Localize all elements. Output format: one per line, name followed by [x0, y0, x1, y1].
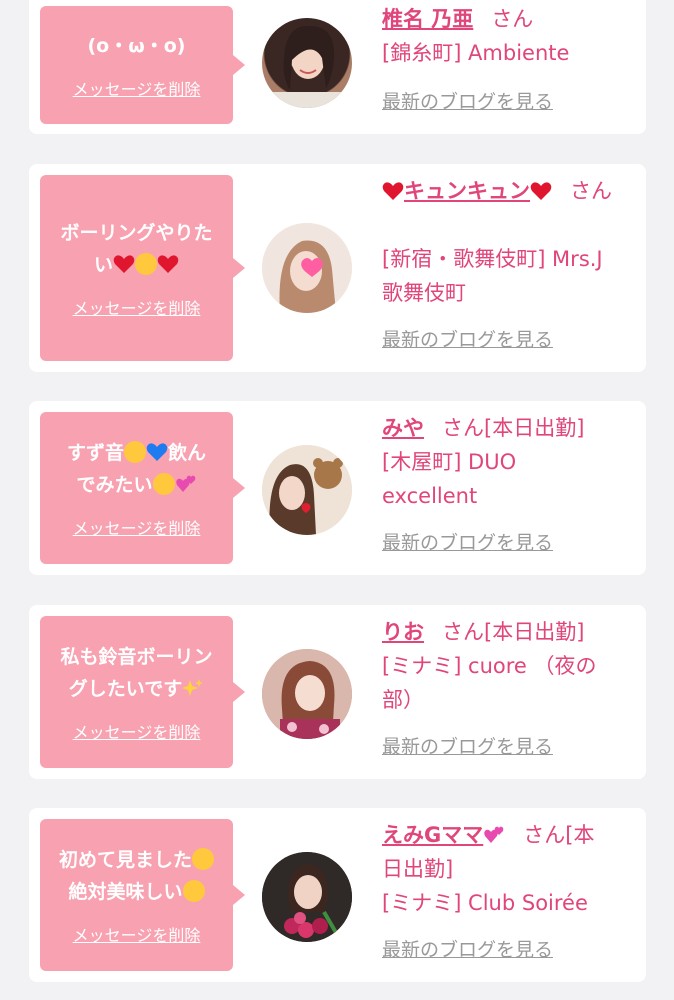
avatar[interactable]	[262, 852, 352, 942]
red-heart-icon	[157, 255, 179, 273]
message-text: すず音	[66, 442, 124, 464]
favorite-card: ボーリングやりた い メッセージを削除 キュンキュン さん [新宿・歌舞伎町] M…	[29, 164, 646, 372]
delete-message-link[interactable]: メッセージを削除	[73, 295, 201, 319]
honorific: さん	[523, 823, 566, 847]
message-text: 初めて見ました	[58, 849, 192, 871]
honorific: さん	[442, 416, 484, 440]
avatar-photo	[262, 852, 352, 942]
message-bubble: 私も鈴音ボーリン グしたいです メッセージを削除	[40, 616, 245, 768]
delete-message-link[interactable]: メッセージを削除	[73, 719, 201, 743]
red-heart-icon	[530, 182, 552, 200]
on-duty-status: [本日出勤]	[484, 416, 585, 440]
avatar[interactable]	[262, 223, 352, 313]
message-text: ボーリングやりた	[60, 222, 213, 244]
avatar-photo	[262, 223, 352, 313]
message-bubble: 初めて見ました 絶対美味しい メッセージを削除	[40, 819, 245, 971]
shop-label: [新宿・歌舞伎町] Mrs.J	[382, 247, 603, 271]
message-text: 私も鈴音ボーリン	[60, 646, 213, 668]
shop-label: [ミナミ] Club Soirée	[382, 891, 588, 915]
honorific: さん	[491, 7, 534, 31]
latest-blog-link[interactable]: 最新のブログを見る	[382, 532, 553, 554]
avatar[interactable]	[262, 649, 352, 739]
delete-message-link[interactable]: メッセージを削除	[73, 76, 201, 100]
message-bubble: ボーリングやりた い メッセージを削除	[40, 175, 245, 361]
cast-info: 椎名 乃亜 さん [錦糸町] Ambiente 最新のブログを見る	[382, 2, 638, 119]
shop-label: 部）	[382, 688, 424, 712]
pleading-face-icon	[152, 473, 175, 495]
cast-info: みや さん[本日出勤] [木屋町] DUO excellent 最新のブログを見る	[382, 411, 638, 560]
cast-info: えみGママ さん[本 日出勤] [ミナミ] Club Soirée 最新のブログを…	[382, 818, 638, 967]
latest-blog-link[interactable]: 最新のブログを見る	[382, 329, 553, 351]
latest-blog-link[interactable]: 最新のブログを見る	[382, 91, 553, 113]
message-text: でみたい	[76, 474, 153, 496]
message-text: 飲ん	[168, 442, 207, 464]
avatar-photo	[262, 649, 352, 739]
message-bubble: すず音 飲ん でみたい メッセージを削除	[40, 412, 245, 564]
message-text: 絶対美味しい	[68, 881, 183, 903]
cast-info: りお さん[本日出勤] [ミナミ] cuore （夜の 部） 最新のブログを見る	[382, 615, 638, 764]
message-bubble: (o・ω・o) メッセージを削除	[40, 6, 245, 124]
favorite-card: (o・ω・o) メッセージを削除 椎名 乃亜 さん [錦糸町] Ambiente …	[29, 0, 646, 134]
on-duty-status: [本日出勤]	[484, 620, 585, 644]
delete-message-link[interactable]: メッセージを削除	[73, 922, 201, 946]
avatar[interactable]	[262, 445, 352, 535]
honorific: さん	[442, 620, 484, 644]
favorite-card: 初めて見ました 絶対美味しい メッセージを削除 えみGママ さん[本 日出勤] […	[29, 808, 646, 982]
honorific: さん	[570, 179, 612, 203]
smiling-face-icon	[135, 253, 157, 275]
cast-info: キュンキュン さん [新宿・歌舞伎町] Mrs.J 歌舞伎町 最新のブログを見る	[382, 174, 638, 357]
red-heart-icon	[113, 255, 135, 273]
favorite-card: すず音 飲ん でみたい メッセージを削除 みや さん[本日出勤] [木屋町] DUO…	[29, 401, 646, 575]
avatar[interactable]	[262, 18, 352, 108]
shop-label: [ミナミ] cuore （夜の	[382, 654, 597, 678]
avatar-photo	[262, 445, 352, 535]
delete-message-link[interactable]: メッセージを削除	[73, 515, 201, 539]
shop-label: [木屋町] DUO	[382, 450, 517, 474]
pleading-face-icon	[192, 848, 214, 870]
two-hearts-icon	[484, 826, 504, 843]
two-hearts-icon	[175, 475, 195, 492]
shop-label: 歌舞伎町	[382, 281, 466, 305]
on-duty-status: [本	[565, 823, 595, 847]
cast-name-link[interactable]: みや	[382, 416, 424, 440]
latest-blog-link[interactable]: 最新のブログを見る	[382, 736, 553, 758]
message-text: い	[93, 254, 113, 276]
red-heart-icon	[382, 182, 404, 200]
favorite-card: 私も鈴音ボーリン グしたいです メッセージを削除 りお さん[本日出勤] [ミナミ…	[29, 605, 646, 779]
shop-label: excellent	[382, 484, 478, 508]
message-text: グしたいです	[68, 678, 183, 700]
latest-blog-link[interactable]: 最新のブログを見る	[382, 939, 553, 961]
cast-name-link[interactable]: りお	[382, 620, 424, 644]
shop-label: [錦糸町] Ambiente	[382, 41, 570, 65]
heart-eyes-face-icon	[182, 880, 205, 902]
message-text: (o・ω・o)	[87, 35, 186, 57]
cast-name-link[interactable]: えみGママ	[382, 823, 483, 847]
on-duty-status: 日出勤]	[382, 857, 454, 881]
cast-name-link[interactable]: 椎名 乃亜	[382, 7, 473, 31]
pleading-face-icon	[124, 441, 146, 463]
cast-name-link[interactable]: キュンキュン	[404, 179, 530, 203]
sparkles-icon	[182, 679, 204, 696]
blue-heart-icon	[146, 443, 168, 461]
avatar-photo	[272, 25, 342, 108]
